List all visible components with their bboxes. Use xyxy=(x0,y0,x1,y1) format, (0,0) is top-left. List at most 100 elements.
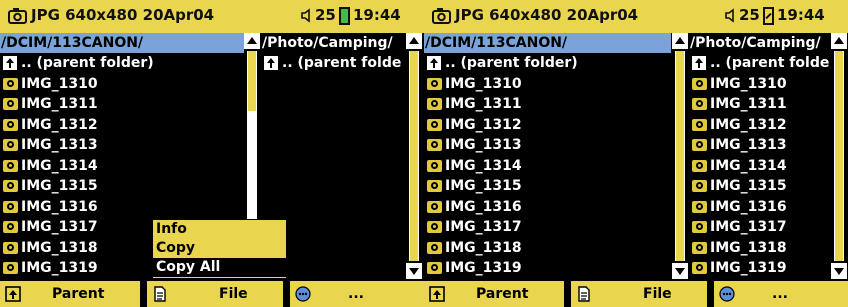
jpeg-file-icon xyxy=(427,77,442,90)
jpeg-file-icon xyxy=(692,77,707,90)
file-icon xyxy=(578,286,590,302)
file-row[interactable]: IMG_1313 xyxy=(689,135,830,155)
scroll-up-arrow-icon[interactable] xyxy=(672,33,688,49)
file-row[interactable]: IMG_1311 xyxy=(424,94,671,114)
scroll-thumb[interactable] xyxy=(676,51,684,261)
scroll-track[interactable] xyxy=(834,51,844,261)
file-name: .. (parent folde xyxy=(282,55,402,71)
scroll-up-arrow-icon[interactable] xyxy=(244,33,260,49)
more-options-icon xyxy=(719,286,735,302)
file-name: IMG_1310 xyxy=(445,75,522,92)
scroll-down-arrow-icon[interactable] xyxy=(831,263,847,279)
more-button[interactable]: ... xyxy=(290,281,424,307)
scroll-track[interactable] xyxy=(409,51,419,261)
menu-item-copy-all[interactable]: Copy All xyxy=(153,258,286,277)
file-row[interactable]: IMG_1311 xyxy=(0,94,244,114)
file-browser-screen-1: JPG 640x480 20Apr04 25 19:44 /DCIM/113CA… xyxy=(0,0,424,307)
file-row[interactable]: IMG_1310 xyxy=(689,74,830,94)
file-row[interactable]: IMG_1319 xyxy=(424,258,671,278)
file-row[interactable]: IMG_1313 xyxy=(0,135,244,155)
right-pane-path[interactable]: /Photo/Camping/ xyxy=(689,33,830,53)
right-pane-scrollbar[interactable] xyxy=(406,33,422,279)
scroll-thumb[interactable] xyxy=(410,51,418,261)
folder-up-icon xyxy=(427,56,441,70)
file-row[interactable]: IMG_1312 xyxy=(689,115,830,135)
file-name: IMG_1310 xyxy=(710,75,787,92)
file-button[interactable]: File xyxy=(571,281,707,307)
scroll-thumb[interactable] xyxy=(248,51,256,111)
file-row[interactable]: IMG_1314 xyxy=(424,156,671,176)
parent-folder-row[interactable]: .. (parent folder) xyxy=(424,53,671,73)
button-bar: Parent File ... xyxy=(424,281,848,307)
file-row[interactable]: IMG_1314 xyxy=(0,156,244,176)
file-row[interactable]: IMG_1316 xyxy=(424,197,671,217)
file-row[interactable]: IMG_1315 xyxy=(689,176,830,196)
scroll-down-arrow-icon[interactable] xyxy=(672,263,688,279)
file-name: IMG_1312 xyxy=(710,116,787,133)
file-row[interactable]: IMG_1313 xyxy=(424,135,671,155)
right-file-pane[interactable]: /Photo/Camping/ .. (parent folde IMG_1310… xyxy=(689,33,830,279)
path-label: /Photo/Camping/ xyxy=(690,35,821,51)
parent-folder-row[interactable]: .. (parent folder) xyxy=(0,53,244,73)
left-pane-path[interactable]: /DCIM/113CANON/ xyxy=(424,33,671,53)
file-row[interactable]: IMG_1310 xyxy=(424,74,671,94)
file-row[interactable]: IMG_1312 xyxy=(424,115,671,135)
folder-up-icon xyxy=(3,56,17,70)
file-row[interactable]: IMG_1319 xyxy=(689,258,830,278)
scroll-thumb[interactable] xyxy=(835,51,843,261)
left-file-pane[interactable]: /DCIM/113CANON/ .. (parent folder) IMG_13… xyxy=(424,33,671,279)
file-row[interactable]: IMG_1312 xyxy=(0,115,244,135)
jpeg-file-icon xyxy=(3,98,18,110)
clock: 19:44 xyxy=(353,6,401,24)
scroll-up-arrow-icon[interactable] xyxy=(406,33,422,49)
file-info-label: JPG 640x480 20Apr04 xyxy=(455,6,639,24)
file-row[interactable]: IMG_1315 xyxy=(0,176,244,196)
scroll-down-arrow-icon[interactable] xyxy=(406,263,422,279)
parent-folder-row[interactable]: .. (parent folde xyxy=(689,53,830,73)
scroll-up-arrow-icon[interactable] xyxy=(831,33,847,49)
file-name: IMG_1314 xyxy=(445,157,522,174)
context-menu[interactable]: Info Copy Copy All xyxy=(152,219,287,279)
left-pane-scrollbar[interactable] xyxy=(672,33,688,279)
jpeg-file-icon xyxy=(3,139,18,151)
jpeg-file-icon xyxy=(692,262,707,274)
more-button-label: ... xyxy=(348,286,364,302)
more-button[interactable]: ... xyxy=(714,281,848,307)
status-bar: JPG 640x480 20Apr04 25 19:44 xyxy=(0,0,424,33)
jpeg-file-icon xyxy=(692,200,707,213)
jpeg-file-icon xyxy=(3,159,18,172)
file-row[interactable]: IMG_1316 xyxy=(689,197,830,217)
file-row[interactable]: IMG_1311 xyxy=(689,94,830,114)
right-pane-scrollbar[interactable] xyxy=(831,33,847,279)
file-row[interactable]: IMG_1316 xyxy=(0,197,244,217)
file-name: IMG_1314 xyxy=(710,157,787,174)
parent-button[interactable]: Parent xyxy=(0,281,140,307)
parent-button[interactable]: Parent xyxy=(424,281,564,307)
jpeg-file-icon xyxy=(692,221,707,233)
file-name: IMG_1318 xyxy=(21,239,98,256)
volume-level: 25 xyxy=(739,6,760,24)
file-row[interactable]: IMG_1317 xyxy=(689,217,830,237)
jpeg-file-icon xyxy=(427,200,442,213)
right-pane-path[interactable]: /Photo/Camping/ xyxy=(261,33,405,53)
scroll-track[interactable] xyxy=(675,51,685,261)
file-name: IMG_1311 xyxy=(445,96,522,112)
file-icon xyxy=(154,286,166,302)
menu-item-info[interactable]: Info xyxy=(153,220,286,239)
jpeg-file-icon xyxy=(692,139,707,151)
file-row[interactable]: IMG_1315 xyxy=(424,176,671,196)
menu-item-copy[interactable]: Copy xyxy=(153,239,286,258)
left-pane-path[interactable]: /DCIM/113CANON/ xyxy=(0,33,244,53)
file-name: IMG_1318 xyxy=(710,239,787,256)
file-row[interactable]: IMG_1310 xyxy=(0,74,244,94)
file-row[interactable]: IMG_1318 xyxy=(689,238,830,258)
parent-folder-row[interactable]: .. (parent folde xyxy=(261,53,405,73)
file-row[interactable]: IMG_1314 xyxy=(689,156,830,176)
file-name: IMG_1312 xyxy=(21,116,98,133)
file-button[interactable]: File xyxy=(147,281,283,307)
file-name: IMG_1316 xyxy=(445,198,522,215)
file-button-label: File xyxy=(219,286,248,302)
jpeg-file-icon xyxy=(692,118,707,131)
file-row[interactable]: IMG_1318 xyxy=(424,238,671,258)
file-row[interactable]: IMG_1317 xyxy=(424,217,671,237)
